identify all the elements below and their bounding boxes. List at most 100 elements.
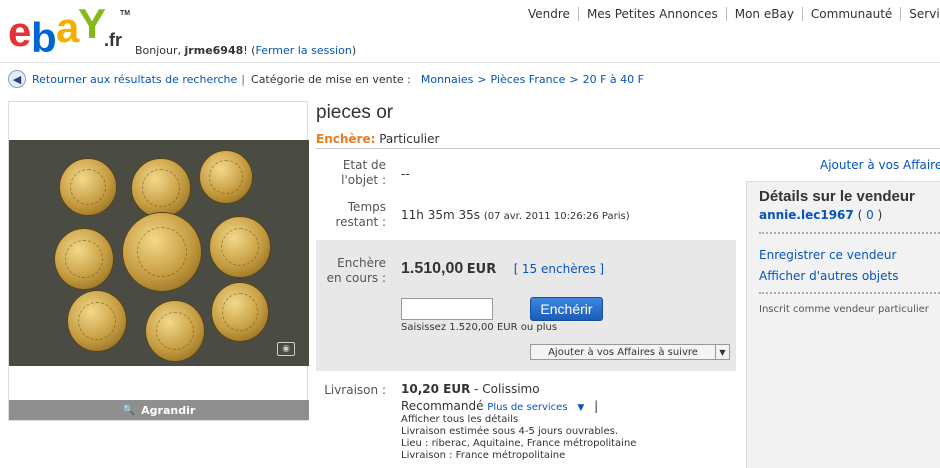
other-items-link[interactable]: Afficher d'autres objets bbox=[759, 269, 898, 283]
greeting-close: ) bbox=[351, 44, 357, 57]
bid-box: Enchère en cours : 1.510,00 EUR [ 15 enc… bbox=[316, 240, 736, 371]
header-divider bbox=[0, 62, 940, 63]
more-services-dropdown-icon[interactable]: ▼ bbox=[577, 403, 584, 413]
signout-link[interactable]: Fermer la session bbox=[255, 44, 351, 57]
item-photo[interactable]: ◉ bbox=[9, 140, 309, 366]
item-title: pieces or bbox=[316, 102, 394, 123]
currency: EUR bbox=[466, 262, 497, 277]
watchlist-dropdown[interactable]: Ajouter à vos Affaires à suivre ▼ bbox=[530, 344, 730, 360]
coin-image bbox=[209, 216, 271, 278]
current-bid-price: 1.510,00 bbox=[401, 260, 464, 277]
camera-icon: ◉ bbox=[277, 342, 295, 356]
greeting-suffix: ! ( bbox=[243, 44, 256, 57]
add-to-watchlist-link[interactable]: Ajouter à vos Affaires bbox=[820, 158, 940, 172]
back-arrow-icon[interactable]: ◀ bbox=[8, 70, 26, 88]
top-nav: Vendre Mes Petites Annonces Mon eBay Com… bbox=[520, 7, 940, 21]
coin-image bbox=[131, 158, 191, 218]
all-shipping-details-link[interactable]: Afficher tous les détails bbox=[401, 414, 518, 425]
current-bid: 1.510,00 EUR [ 15 enchères ] bbox=[401, 260, 604, 278]
chevron-down-icon[interactable]: ▼ bbox=[715, 345, 729, 359]
coin-image bbox=[54, 228, 114, 290]
format-value: Particulier bbox=[379, 132, 440, 146]
condition-value: -- bbox=[401, 167, 410, 181]
logo-letter-y: Y bbox=[78, 0, 106, 47]
time-left-value: 11h 35m 35s bbox=[401, 208, 480, 222]
title-divider bbox=[316, 148, 940, 149]
min-bid-hint: Saisissez 1.520,00 EUR ou plus bbox=[401, 322, 558, 333]
logo-letter-a: a bbox=[56, 4, 79, 51]
shipping-carrier: - Colissimo bbox=[474, 382, 540, 396]
category-label: Catégorie de mise en vente : bbox=[251, 72, 411, 86]
breadcrumb-gt: > bbox=[569, 72, 579, 86]
breadcrumb-gt: > bbox=[477, 72, 487, 86]
ships-to: Livraison : France métropolitaine bbox=[401, 450, 566, 461]
coin-image bbox=[122, 212, 202, 292]
save-seller-link[interactable]: Enregistrer ce vendeur bbox=[759, 248, 896, 262]
nav-service[interactable]: Service bbox=[901, 7, 940, 21]
seller-name-link[interactable]: annie.lec1967 bbox=[759, 208, 854, 222]
time-label-line: restant : bbox=[335, 215, 386, 229]
breadcrumb-separator: | bbox=[241, 72, 246, 86]
back-to-results-link[interactable]: Retourner aux résultats de recherche bbox=[32, 73, 237, 86]
coin-image bbox=[145, 300, 205, 362]
shipping-carrier-line: Recommandé Plus de services ▼ | bbox=[401, 399, 598, 413]
breadcrumb-monnaies[interactable]: Monnaies bbox=[421, 73, 473, 86]
condition-label-line: l'objet : bbox=[341, 173, 386, 187]
nav-my-ebay[interactable]: Mon eBay bbox=[727, 7, 803, 21]
seller-heading: Détails sur le vendeur bbox=[759, 188, 915, 205]
shipping-cost: 10,20 EUR - Colissimo bbox=[401, 382, 540, 396]
shipping-price: 10,20 EUR bbox=[401, 382, 471, 396]
format-label: Enchère: bbox=[316, 132, 376, 146]
shipping-pipe: | bbox=[594, 399, 599, 413]
condition-label-line: Etat de bbox=[342, 158, 386, 172]
seller-divider bbox=[759, 292, 940, 294]
breadcrumb-20f-40f[interactable]: 20 F à 40 F bbox=[583, 73, 644, 86]
current-bid-label-line: en cours : bbox=[326, 271, 386, 285]
coin-image bbox=[67, 290, 127, 352]
current-bid-label: Enchère en cours : bbox=[316, 256, 386, 286]
current-bid-label-line: Enchère bbox=[337, 256, 386, 270]
coin-image bbox=[59, 158, 117, 216]
logo-letter-e: e bbox=[8, 8, 31, 55]
condition-label: Etat de l'objet : bbox=[316, 158, 386, 188]
seller-feedback-score[interactable]: 0 bbox=[866, 208, 874, 222]
more-services-link[interactable]: Plus de services bbox=[487, 402, 567, 413]
shipping-carrier-2: Recommandé bbox=[401, 399, 484, 413]
enlarge-label: Agrandir bbox=[141, 403, 196, 417]
logo-letter-b: b bbox=[31, 14, 57, 61]
breadcrumb-pieces-france[interactable]: Pièces France bbox=[491, 73, 566, 86]
seller-panel: Détails sur le vendeur annie.lec1967 ( 0… bbox=[746, 181, 940, 468]
bids-bracket-close: ] bbox=[599, 262, 605, 276]
place-bid-button[interactable]: Enchérir bbox=[530, 297, 603, 321]
time-left: 11h 35m 35s (07 avr. 2011 10:26:26 Paris… bbox=[401, 208, 630, 222]
item-location: Lieu : riberac, Aquitaine, France métrop… bbox=[401, 438, 637, 449]
shipping-label: Livraison : bbox=[324, 383, 386, 397]
nav-community[interactable]: Communauté bbox=[803, 7, 902, 21]
end-date: (07 avr. 2011 10:26:26 Paris) bbox=[483, 211, 630, 222]
greeting-prefix: Bonjour, bbox=[135, 44, 182, 57]
nav-classifieds[interactable]: Mes Petites Annonces bbox=[579, 7, 727, 21]
seller-score-open: ( bbox=[857, 208, 863, 222]
bids-bracket-open: [ bbox=[513, 262, 519, 276]
delivery-estimate: Livraison estimée sous 4-5 jours ouvrabl… bbox=[401, 426, 618, 437]
bid-count-link[interactable]: 15 enchères bbox=[522, 262, 596, 276]
ebay-logo[interactable]: e b a Y .fr TM bbox=[8, 0, 131, 61]
time-label-line: Temps bbox=[347, 200, 386, 214]
coin-image bbox=[211, 282, 269, 342]
seller-type-info: Inscrit comme vendeur particulier bbox=[759, 304, 929, 315]
enlarge-button[interactable]: 🔍 Agrandir bbox=[9, 400, 309, 420]
listing-format: Enchère: Particulier bbox=[316, 132, 439, 146]
coin-image bbox=[199, 150, 253, 204]
nav-sell[interactable]: Vendre bbox=[520, 7, 579, 21]
image-panel: ◉ 🔍 Agrandir bbox=[8, 101, 309, 421]
logo-suffix: .fr bbox=[104, 30, 122, 50]
breadcrumb: ◀ Retourner aux résultats de recherche |… bbox=[8, 70, 644, 88]
seller-name-line: annie.lec1967 ( 0 ) bbox=[759, 208, 882, 222]
bid-amount-input[interactable] bbox=[401, 298, 493, 320]
logo-tm: TM bbox=[120, 10, 131, 17]
magnifier-icon: 🔍 bbox=[122, 404, 136, 416]
username: jrme6948 bbox=[184, 44, 244, 57]
seller-divider bbox=[759, 232, 940, 234]
greeting: Bonjour, jrme6948! (Fermer la session) bbox=[135, 44, 356, 57]
time-left-label: Temps restant : bbox=[316, 200, 386, 230]
